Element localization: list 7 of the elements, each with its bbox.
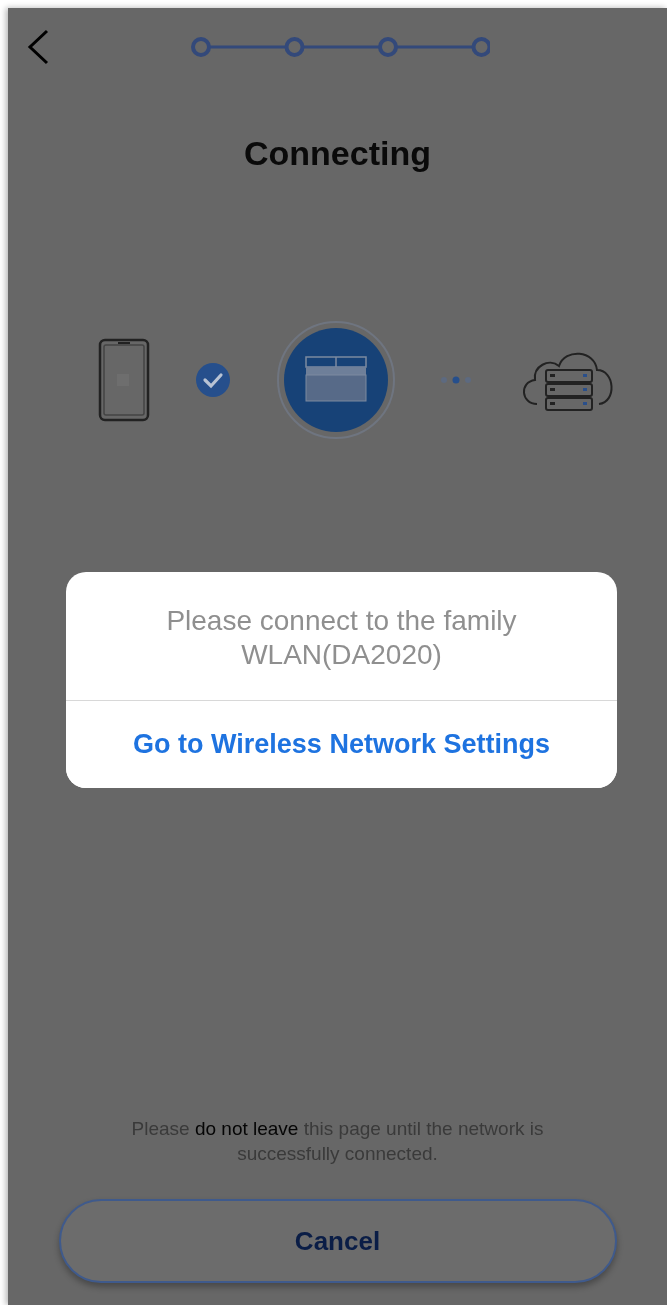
cancel-button[interactable]: Cancel	[58, 1199, 617, 1283]
phone-icon	[98, 338, 150, 422]
chevron-left-icon	[26, 29, 50, 65]
page-title: Connecting	[244, 136, 431, 170]
progress-dots-icon	[440, 375, 473, 385]
router-icon	[275, 320, 396, 440]
check-icon	[194, 362, 231, 398]
